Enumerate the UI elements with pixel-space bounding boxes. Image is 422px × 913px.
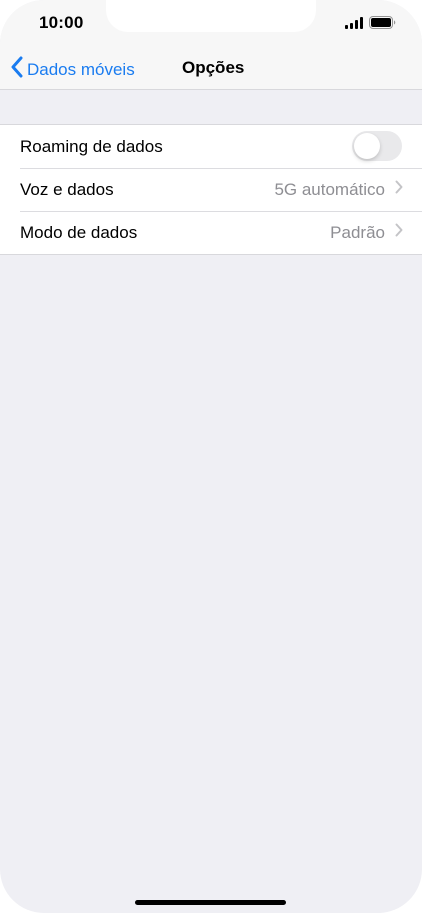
settings-group: Roaming de dados Voz e dados 5G automáti… bbox=[0, 124, 422, 255]
toggle-knob bbox=[354, 133, 380, 159]
row-label: Modo de dados bbox=[20, 222, 138, 242]
back-button-label: Dados móveis bbox=[27, 59, 135, 79]
chevron-right-icon bbox=[395, 180, 403, 199]
row-value: 5G automático bbox=[274, 179, 385, 199]
status-icons bbox=[345, 16, 396, 34]
roaming-toggle[interactable] bbox=[352, 131, 402, 161]
phone-screen: 10:00 Dados móveis Opções Roaming de dad… bbox=[0, 0, 422, 913]
battery-icon bbox=[369, 16, 396, 34]
cellular-signal-icon bbox=[345, 16, 364, 34]
row-roaming-de-dados: Roaming de dados bbox=[0, 125, 422, 168]
row-label: Voz e dados bbox=[20, 179, 114, 199]
home-indicator[interactable] bbox=[135, 900, 286, 905]
status-time: 10:00 bbox=[39, 13, 84, 32]
row-modo-de-dados[interactable]: Modo de dados Padrão bbox=[0, 211, 422, 254]
page-title: Opções bbox=[182, 58, 245, 77]
back-button[interactable]: Dados móveis bbox=[10, 56, 135, 83]
status-bar: 10:00 bbox=[0, 0, 422, 44]
row-value-wrap: Padrão bbox=[330, 223, 403, 243]
row-label: Roaming de dados bbox=[20, 136, 163, 156]
row-voz-e-dados[interactable]: Voz e dados 5G automático bbox=[0, 168, 422, 211]
device-notch bbox=[106, 0, 316, 32]
navigation-bar: Dados móveis Opções bbox=[0, 44, 422, 90]
chevron-left-icon bbox=[10, 56, 23, 83]
row-value-wrap: 5G automático bbox=[274, 180, 403, 200]
row-value: Padrão bbox=[330, 222, 385, 242]
chevron-right-icon bbox=[395, 223, 403, 242]
